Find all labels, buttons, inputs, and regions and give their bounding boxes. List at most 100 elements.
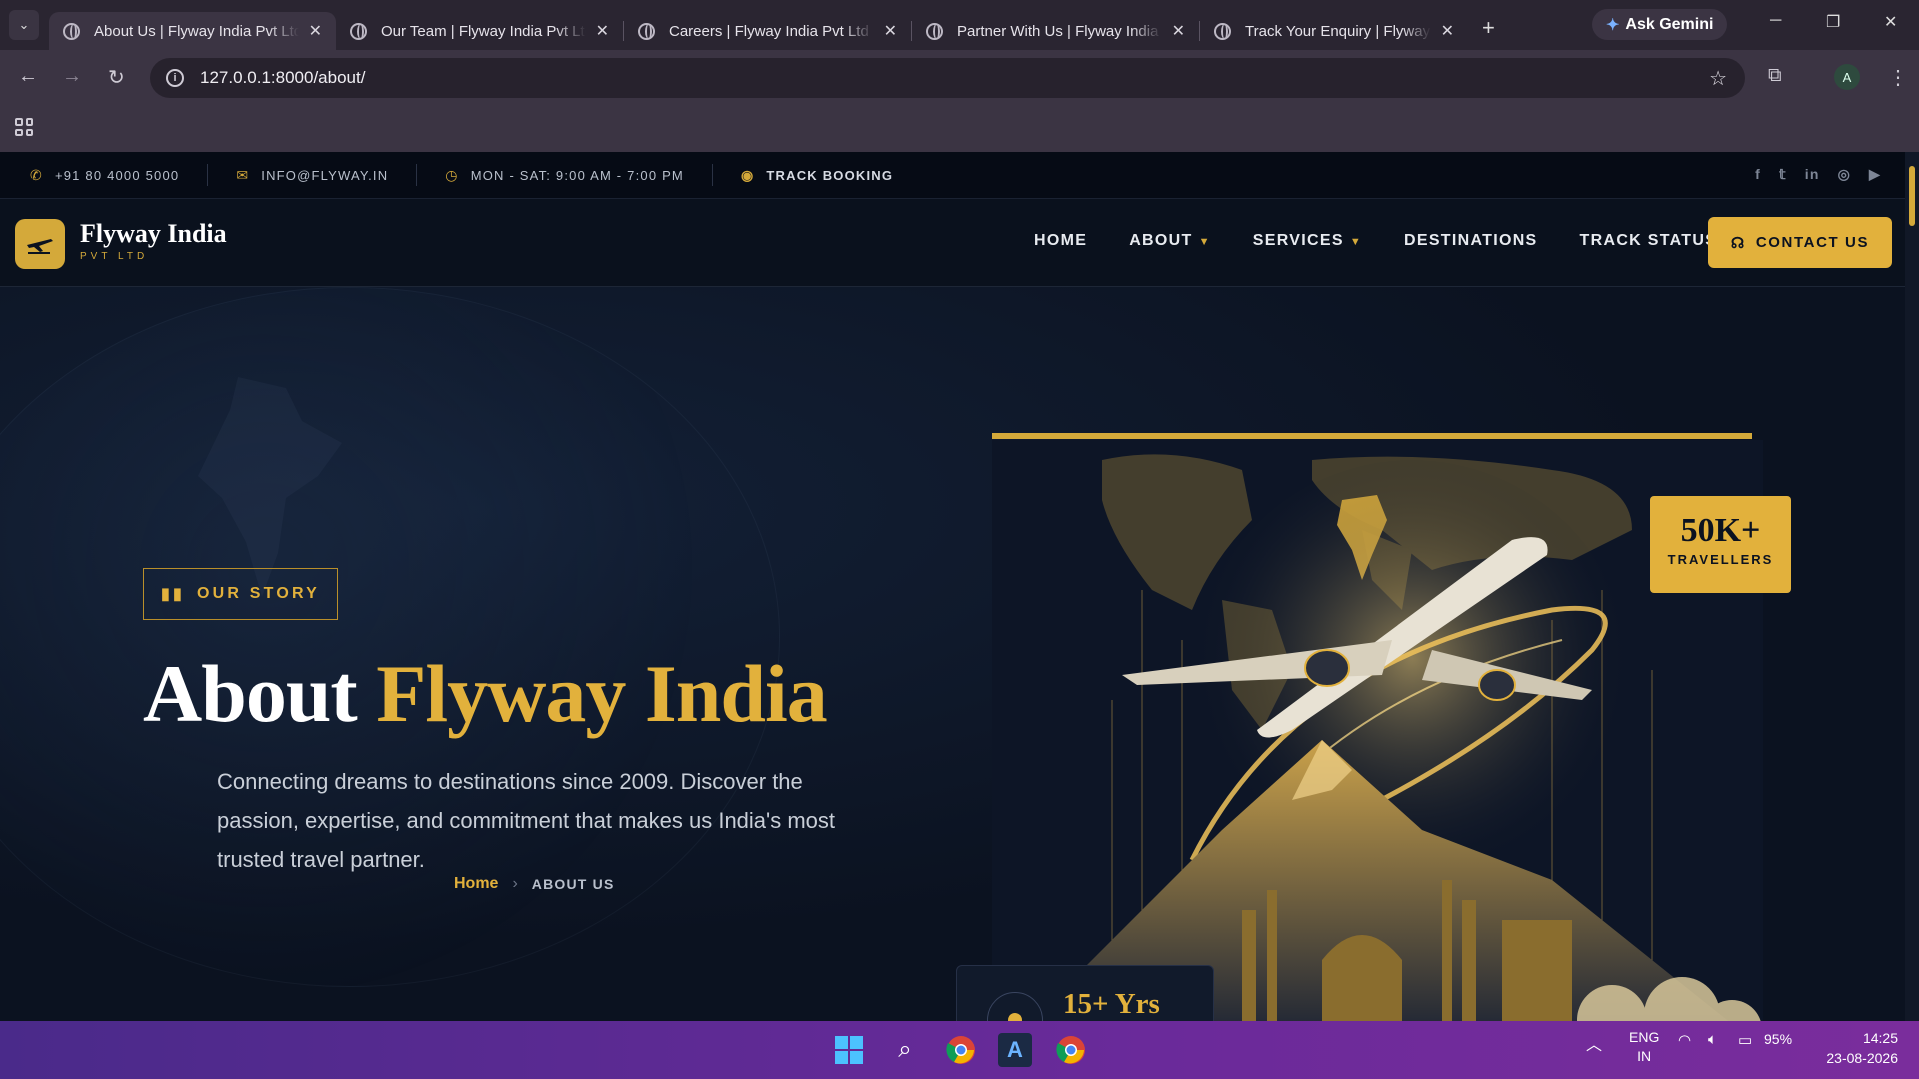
globe-icon	[926, 22, 943, 40]
breadcrumb-home-link[interactable]: Home	[454, 875, 498, 893]
chrome-active-icon[interactable]	[1054, 1033, 1088, 1067]
stat-value: 50K+	[1680, 512, 1761, 549]
close-icon[interactable]: ✕	[596, 21, 609, 41]
email-text: INFO@FLYWAY.IN	[261, 167, 389, 183]
browser-menu-icon[interactable]: ⋮	[1888, 65, 1908, 90]
minimize-button[interactable]: ─	[1770, 12, 1781, 30]
app-a-icon[interactable]: A	[998, 1033, 1032, 1067]
nav-home-label: HOME	[1034, 232, 1088, 249]
close-icon[interactable]: ✕	[309, 21, 322, 41]
track-booking-text: TRACK BOOKING	[766, 167, 894, 183]
nav-destinations[interactable]: DESTINATIONS	[1404, 232, 1538, 250]
reload-icon[interactable]: ↻	[108, 65, 125, 90]
chevron-down-icon: ▼	[1198, 236, 1211, 248]
address-bar[interactable]: i 127.0.0.1:8000/about/ ☆	[150, 58, 1745, 98]
tab-careers[interactable]: Careers | Flyway India Pvt Ltd ✕	[624, 12, 911, 50]
gemini-spark-icon: ✦	[1606, 16, 1620, 34]
scrollbar-thumb[interactable]	[1909, 166, 1915, 226]
chevron-right-icon: ›	[512, 875, 518, 892]
tab-our-team[interactable]: Our Team | Flyway India Pvt Ltd ✕	[336, 12, 623, 50]
email-contact[interactable]: ✉ INFO@FLYWAY.IN	[208, 164, 418, 186]
tab-title: Our Team | Flyway India Pvt Ltd	[381, 22, 586, 40]
close-icon[interactable]: ✕	[1441, 21, 1454, 41]
chevron-down-icon: ▼	[1349, 236, 1362, 248]
restore-button[interactable]: ❐	[1826, 12, 1840, 32]
contact-us-button[interactable]: ☊ CONTACT US	[1708, 217, 1892, 268]
apps-grid-icon[interactable]	[15, 118, 33, 136]
globe-icon	[350, 22, 367, 40]
nav-home[interactable]: HOME	[1034, 232, 1087, 250]
facebook-icon[interactable]: f	[1755, 166, 1761, 183]
tab-search-button[interactable]: ⌄	[9, 10, 39, 40]
search-icon[interactable]: ⌕	[888, 1033, 922, 1067]
wifi-icon[interactable]: ◠	[1678, 1031, 1691, 1049]
nav-track-status[interactable]: TRACK STATUS	[1580, 232, 1718, 250]
tab-title: Careers | Flyway India Pvt Ltd	[669, 22, 869, 40]
our-story-badge: ▮▮ OUR STORY	[143, 568, 338, 620]
new-tab-button[interactable]: +	[1482, 15, 1495, 41]
nav-track-status-label: TRACK STATUS	[1579, 232, 1718, 249]
page-scrollbar[interactable]	[1905, 152, 1919, 1021]
extensions-icon[interactable]: ⧉	[1768, 65, 1782, 87]
nav-services[interactable]: SERVICES ▼	[1253, 232, 1362, 250]
phone-icon: ✆	[30, 166, 43, 183]
close-icon[interactable]: ✕	[1172, 21, 1185, 41]
profile-avatar[interactable]: A	[1834, 64, 1860, 90]
tab-partner[interactable]: Partner With Us | Flyway India ✕	[912, 12, 1199, 50]
phone-contact[interactable]: ✆ +91 80 4000 5000	[0, 164, 209, 186]
window-close-button[interactable]: ✕	[1884, 12, 1897, 32]
web-page: ✆ +91 80 4000 5000 ✉ INFO@FLYWAY.IN ◷ MO…	[0, 152, 1905, 1021]
phone-text: +91 80 4000 5000	[54, 167, 180, 183]
bookmark-star-icon[interactable]: ☆	[1709, 66, 1727, 91]
nav-menu: HOME ABOUT ▼ SERVICES ▼ DESTINATIONS TRACK…	[1034, 232, 1717, 250]
tab-title: Partner With Us | Flyway India	[957, 22, 1159, 40]
instagram-icon[interactable]: ◎	[1838, 166, 1851, 183]
hours-text: MON - SAT: 9:00 AM - 7:00 PM	[470, 167, 684, 183]
tab-title: Track Your Enquiry | Flyway India	[1245, 22, 1431, 40]
url-text: 127.0.0.1:8000/about/	[200, 68, 366, 87]
windows-start-icon[interactable]	[832, 1033, 866, 1067]
twitter-icon[interactable]: 𝕥	[1779, 166, 1787, 183]
travellers-stat-card: 50K+ TRAVELLERS	[1650, 496, 1791, 593]
clock[interactable]: 14:25 23-08-2026	[1816, 1028, 1898, 1068]
browser-tab-strip: ⌄ About Us | Flyway India Pvt Ltd ✕ Our …	[0, 0, 1919, 50]
experience-card: 15+ Yrs	[956, 965, 1214, 1021]
ask-gemini-button[interactable]: ✦ Ask Gemini	[1592, 9, 1728, 40]
clock-date: 23-08-2026	[1826, 1050, 1898, 1066]
bookmarks-bar	[0, 106, 1919, 152]
site-info-icon[interactable]: i	[166, 69, 184, 87]
hero-description: Connecting dreams to destinations since …	[217, 769, 836, 872]
back-icon[interactable]: ←	[18, 65, 38, 88]
book-icon: ▮▮	[160, 586, 185, 603]
brand-logo[interactable]	[15, 219, 65, 269]
track-booking-link[interactable]: ◉ TRACK BOOKING	[713, 164, 921, 186]
globe-icon	[1214, 22, 1231, 40]
nav-services-label: SERVICES	[1252, 232, 1344, 249]
nav-about[interactable]: ABOUT ▼	[1129, 232, 1211, 250]
lang-top: ENG	[1629, 1029, 1660, 1045]
chevron-up-icon[interactable]: ︿	[1586, 1031, 1602, 1055]
battery-percent: 95%	[1764, 1031, 1793, 1047]
volume-icon[interactable]: 🔈︎	[1708, 1031, 1717, 1048]
youtube-icon[interactable]: ▶	[1869, 166, 1881, 183]
brand-name[interactable]: Flyway India	[80, 219, 227, 249]
chrome-icon[interactable]	[944, 1033, 978, 1067]
airplane-mountain-illustration	[992, 440, 1763, 1021]
windows-taskbar: ⌕ A ︿ ENG IN ◠ 🔈︎ ▭ 95% 14:25 23-08-2026	[0, 1021, 1919, 1079]
nav-destinations-label: DESTINATIONS	[1404, 232, 1538, 249]
clock-icon: ◷	[445, 166, 459, 183]
battery-icon[interactable]: ▭	[1738, 1031, 1752, 1049]
globe-icon	[638, 22, 655, 40]
globe-background	[0, 287, 780, 987]
business-hours: ◷ MON - SAT: 9:00 AM - 7:00 PM	[417, 164, 713, 186]
top-info-bar: ✆ +91 80 4000 5000 ✉ INFO@FLYWAY.IN ◷ MO…	[0, 152, 1905, 199]
tab-about-us[interactable]: About Us | Flyway India Pvt Ltd ✕	[49, 12, 336, 50]
page-title: About Flyway India	[143, 647, 828, 741]
close-icon[interactable]: ✕	[884, 21, 897, 41]
title-gold-part: Flyway India	[376, 648, 827, 739]
location-pin-icon	[987, 992, 1043, 1021]
tab-track-enquiry[interactable]: Track Your Enquiry | Flyway India ✕	[1200, 12, 1468, 50]
linkedin-icon[interactable]: in	[1805, 166, 1820, 183]
forward-icon[interactable]: →	[62, 65, 82, 88]
language-indicator[interactable]: ENG IN	[1629, 1028, 1659, 1066]
